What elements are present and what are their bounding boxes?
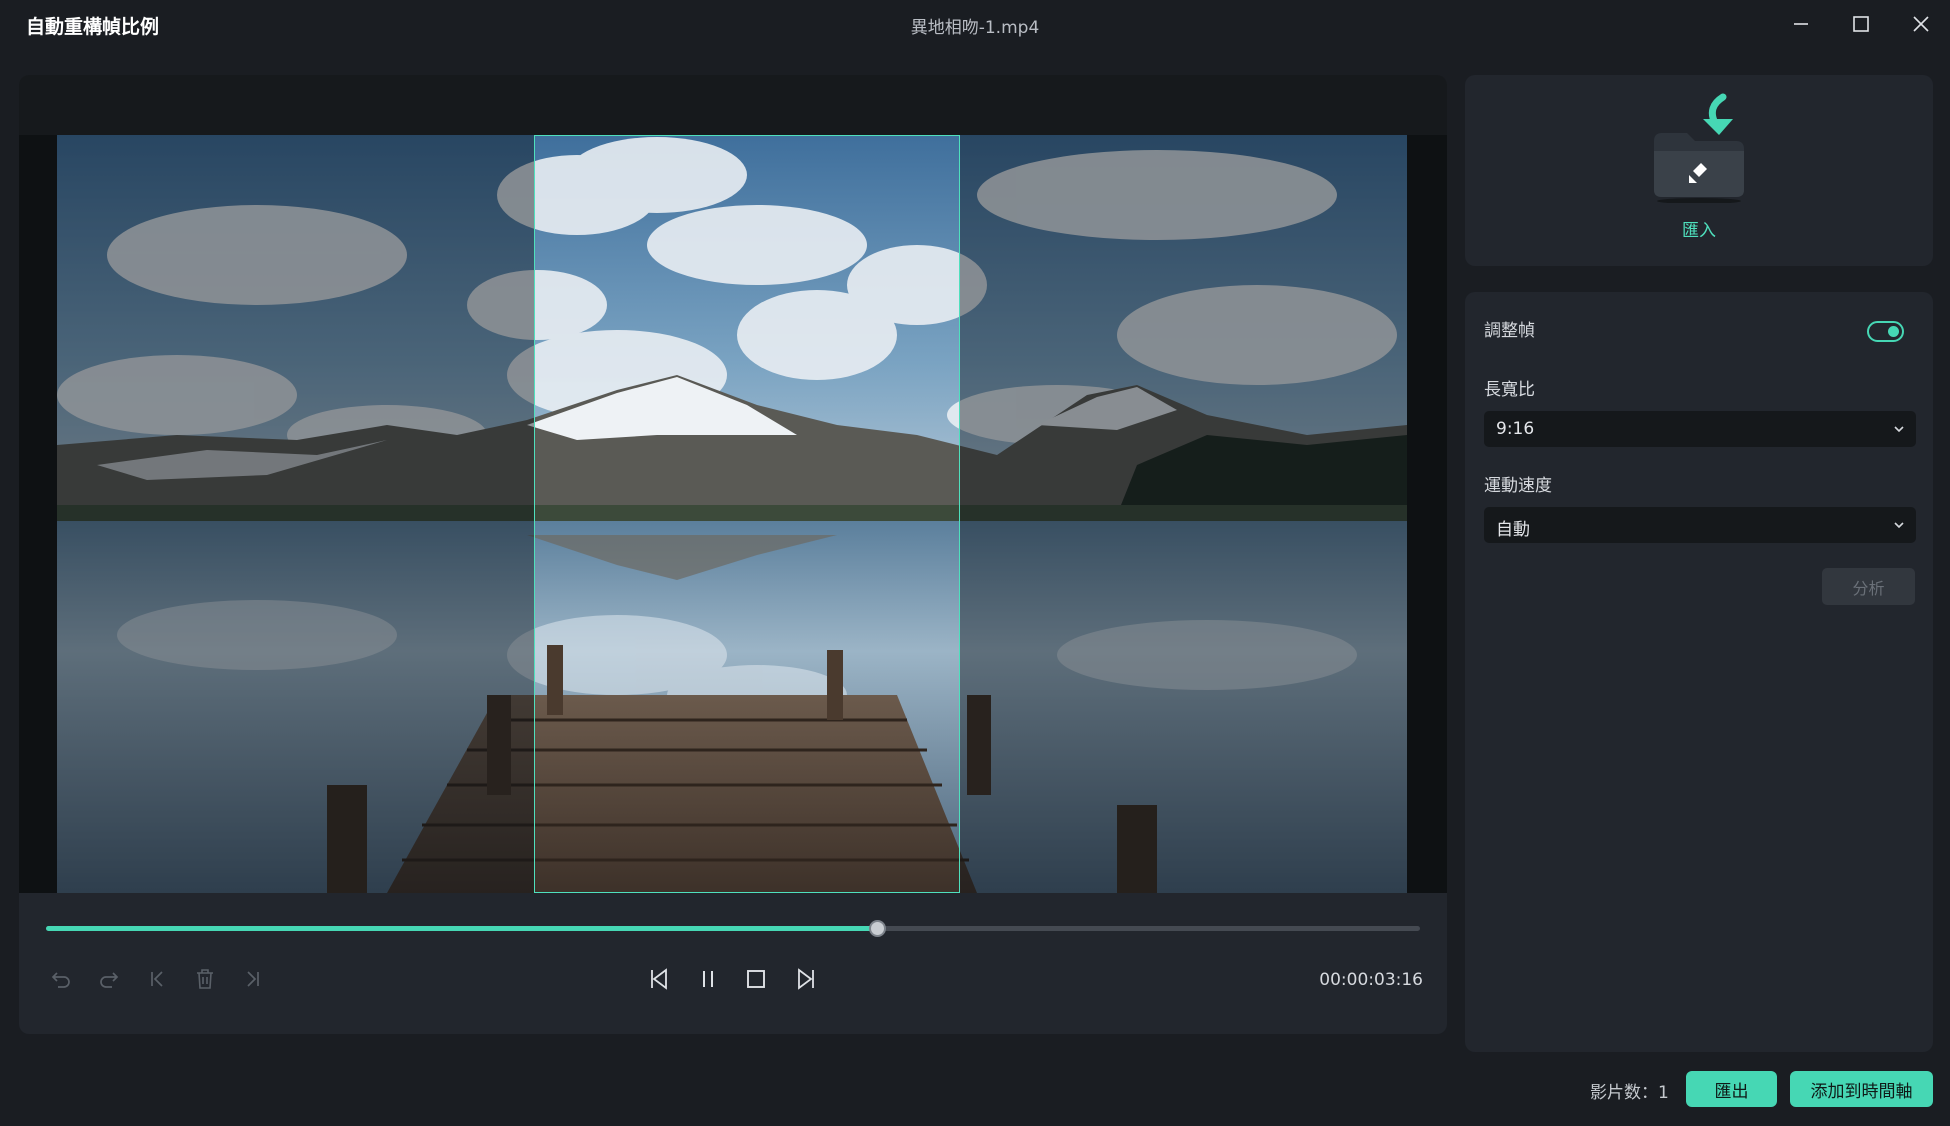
chevron-down-icon [1894,426,1904,433]
video-frame [57,135,1407,893]
redo-button[interactable] [91,961,127,997]
step-forward-button[interactable] [787,961,823,997]
title-bar: 自動重構幀比例 異地相吻-1.mp4 [0,0,1950,48]
adjust-frame-label: 調整幀 [1484,321,1535,341]
stop-icon [747,970,765,988]
undo-button[interactable] [43,961,79,997]
motion-speed-value: 自動 [1496,520,1530,540]
minimize-icon [1794,23,1808,25]
clip-count: 影片数：1 [1590,1083,1669,1103]
chevron-down-icon [1894,522,1904,529]
mark-in-icon [151,971,163,987]
close-icon [1913,16,1929,32]
playhead-handle[interactable] [869,920,887,937]
timecode: 00:00:03:16 [1319,970,1423,990]
motion-speed-label: 運動速度 [1484,476,1552,496]
motion-speed-select[interactable]: 自動 [1484,507,1916,543]
pause-button[interactable] [690,961,726,997]
adjust-frame-toggle[interactable] [1867,321,1904,342]
close-button[interactable] [1899,8,1943,40]
minimize-button[interactable] [1779,8,1823,40]
step-back-button[interactable] [642,961,678,997]
delete-button[interactable] [187,961,223,997]
step-forward-icon [798,968,814,990]
export-button[interactable]: 匯出 [1686,1071,1777,1107]
step-back-icon [651,968,667,990]
video-preview[interactable] [19,135,1447,893]
file-name: 異地相吻-1.mp4 [910,18,1040,38]
import-card[interactable]: 匯入 [1465,75,1933,266]
video-letterbox [19,75,1447,135]
crop-mask-right [960,135,1407,893]
maximize-icon [1853,16,1869,32]
progress-fill [46,926,878,931]
import-label: 匯入 [1682,221,1716,241]
mark-out-button[interactable] [235,961,271,997]
undo-icon [51,972,70,988]
analyze-button[interactable]: 分析 [1822,568,1915,605]
aspect-ratio-select[interactable]: 9:16 [1484,411,1916,447]
crop-frame[interactable] [534,135,960,893]
import-folder-icon [1654,93,1744,203]
crop-mask-left [57,135,534,893]
preview-panel: 00:00:03:16 [19,75,1447,1034]
stop-button[interactable] [738,961,774,997]
aspect-ratio-label: 長寬比 [1484,380,1535,400]
settings-panel: 調整幀 長寬比 9:16 運動速度 自動 分析 [1465,292,1933,1052]
toggle-knob [1888,326,1899,337]
maximize-button[interactable] [1839,8,1883,40]
redo-icon [100,972,119,988]
pause-icon [703,971,713,987]
delete-icon [197,969,213,989]
aspect-ratio-value: 9:16 [1496,419,1535,439]
mark-in-button[interactable] [139,961,175,997]
mark-out-icon [247,971,259,987]
add-to-timeline-button[interactable]: 添加到時間軸 [1790,1071,1933,1107]
progress-bar[interactable] [46,920,1420,937]
